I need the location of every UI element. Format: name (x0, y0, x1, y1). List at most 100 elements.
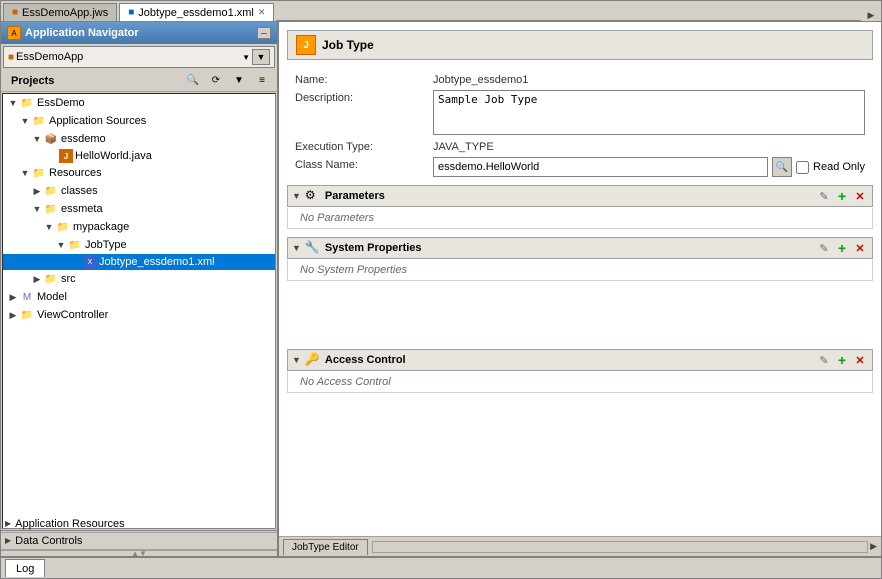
tree-label-classes: classes (61, 185, 98, 197)
class-name-row: 🔍 Read Only (433, 157, 865, 177)
tree-label-src: src (61, 273, 76, 285)
tree-item-viewcontroller[interactable]: ▶ 📁 ViewController (3, 306, 275, 324)
expand-appsources-icon[interactable]: ▼ (19, 115, 31, 127)
access-control-collapse-icon[interactable]: ▼ (292, 355, 301, 365)
expand-mypackage-icon[interactable]: ▼ (43, 221, 55, 233)
navigator-minimize-btn[interactable]: ─ (257, 27, 271, 39)
tree-label-appsources: Application Sources (49, 115, 146, 127)
tree-item-essdemo[interactable]: ▼ 📁 EssDemo (3, 94, 275, 112)
expand-essdemo-pkg-icon[interactable]: ▼ (31, 133, 43, 145)
readonly-checkbox[interactable] (796, 161, 809, 174)
description-input[interactable] (433, 90, 865, 135)
log-bar: Log (1, 556, 881, 578)
parameters-edit-btn[interactable]: ✎ (816, 188, 832, 204)
name-label: Name: (295, 72, 425, 86)
access-control-empty-text: No Access Control (300, 376, 391, 388)
tree-item-essdemo-pkg[interactable]: ▼ 📦 essdemo (3, 130, 275, 148)
access-control-add-btn[interactable]: + (834, 352, 850, 368)
bottom-tabs: ▶ Application Resources ▶ Data Controls … (1, 530, 277, 550)
access-control-section-icon: 🔑 (305, 352, 321, 368)
expand-src-icon[interactable]: ▶ (31, 273, 43, 285)
parameters-add-btn[interactable]: + (834, 188, 850, 204)
tree-label-helloworld: HelloWorld.java (75, 150, 152, 162)
parameters-remove-btn[interactable]: ✕ (852, 188, 868, 204)
tab-jobtype-xml[interactable]: ■ Jobtype_essdemo1.xml ✕ (119, 3, 274, 21)
system-properties-collapse-icon[interactable]: ▼ (292, 243, 301, 253)
nav-settings-btn[interactable]: ≡ (251, 71, 273, 91)
nav-filter-btn[interactable]: ▼ (228, 71, 250, 91)
class-name-input[interactable] (433, 157, 768, 177)
system-properties-section-header: ▼ 🔧 System Properties ✎ + ✕ (287, 237, 873, 259)
editor-scrollbar[interactable] (372, 541, 868, 553)
expand-viewcontroller-icon[interactable]: ▶ (7, 309, 19, 321)
system-properties-add-btn[interactable]: + (834, 240, 850, 256)
app-icon-small: ■ (8, 52, 14, 63)
tree-label-essdemo-pkg: essdemo (61, 133, 106, 145)
expand-essdemo-icon[interactable]: ▼ (7, 97, 19, 109)
access-control-section-actions: ✎ + ✕ (816, 352, 868, 368)
spacer (287, 289, 873, 349)
jobtype-form: Name: Jobtype_essdemo1 Description: Exec… (287, 68, 873, 185)
tab-essdemoapp-label: EssDemoApp.jws (22, 7, 108, 19)
system-properties-edit-btn[interactable]: ✎ (816, 240, 832, 256)
expand-jobtype-icon[interactable]: ▼ (55, 239, 67, 251)
tab-scroll-right[interactable]: ▶ (863, 10, 879, 21)
tree-label-essmeta: essmeta (61, 203, 103, 215)
class-name-label: Class Name: (295, 157, 425, 171)
parameters-section-body: No Parameters (287, 208, 873, 229)
data-controls-tab[interactable]: ▶ Data Controls (1, 532, 277, 549)
access-control-remove-btn[interactable]: ✕ (852, 352, 868, 368)
tree-label-essdemo: EssDemo (37, 97, 85, 109)
tree-label-mypackage: mypackage (73, 221, 129, 233)
app-resources-tab[interactable]: ▶ Application Resources (1, 516, 277, 532)
xml-file-icon: X (83, 255, 97, 269)
tree-item-classes[interactable]: ▶ 📁 classes (3, 182, 275, 200)
tree-item-model[interactable]: ▶ M Model (3, 288, 275, 306)
expand-classes-icon[interactable]: ▶ (31, 185, 43, 197)
mypackage-folder-icon: 📁 (55, 219, 71, 235)
app-dropdown[interactable]: ■ EssDemoApp ▼ ▼ (3, 46, 275, 68)
name-value: Jobtype_essdemo1 (433, 72, 865, 86)
nav-search-btn[interactable]: 🔍 (182, 71, 204, 91)
editor-jobtype-tab-label: JobType Editor (292, 542, 359, 553)
tree-item-jobtype[interactable]: ▼ 📁 JobType (3, 236, 275, 254)
system-properties-section-actions: ✎ + ✕ (816, 240, 868, 256)
system-properties-empty-text: No System Properties (300, 264, 407, 276)
system-properties-remove-btn[interactable]: ✕ (852, 240, 868, 256)
access-control-section-header: ▼ 🔑 Access Control ✎ + ✕ (287, 349, 873, 371)
system-properties-section-icon: 🔧 (305, 240, 321, 256)
left-panel: A Application Navigator ─ ■ EssDemoApp ▼… (1, 22, 279, 556)
tree-item-resources[interactable]: ▼ 📁 Resources (3, 164, 275, 182)
data-controls-expand-icon[interactable]: ▶ (5, 536, 11, 545)
project-icon: 📁 (19, 95, 35, 111)
tab-essdemoapp-icon: ■ (12, 7, 18, 18)
editor-scroll-right-btn[interactable]: ▶ (870, 541, 877, 552)
system-properties-section-title: System Properties (325, 242, 816, 254)
tree-item-essmeta[interactable]: ▼ 📁 essmeta (3, 200, 275, 218)
tree-item-jobtype-xml[interactable]: X Jobtype_essdemo1.xml (3, 254, 275, 270)
dropdown-settings-btn[interactable]: ▼ (252, 49, 270, 65)
class-name-search-btn[interactable]: 🔍 (772, 157, 792, 177)
viewcontroller-folder-icon: 📁 (19, 307, 35, 323)
parameters-collapse-icon[interactable]: ▼ (292, 191, 301, 201)
tree-item-helloworld[interactable]: J HelloWorld.java (3, 148, 275, 164)
tab-close-icon[interactable]: ✕ (258, 7, 266, 18)
tree-item-appsources[interactable]: ▼ 📁 Application Sources (3, 112, 275, 130)
execution-type-label: Execution Type: (295, 139, 425, 153)
java-file-icon: J (59, 149, 73, 163)
appsources-folder-icon: 📁 (31, 113, 47, 129)
expand-model-icon[interactable]: ▶ (7, 291, 19, 303)
expand-essmeta-icon[interactable]: ▼ (31, 203, 43, 215)
readonly-checkbox-row: Read Only (796, 161, 865, 174)
app-resources-expand-icon[interactable]: ▶ (5, 519, 11, 528)
nav-refresh-btn[interactable]: ⟳ (205, 71, 227, 91)
tree-item-mypackage[interactable]: ▼ 📁 mypackage (3, 218, 275, 236)
app-resources-label: Application Resources (15, 518, 124, 530)
expand-resources-icon[interactable]: ▼ (19, 167, 31, 179)
tab-essdemoapp[interactable]: ■ EssDemoApp.jws (3, 3, 117, 21)
editor-jobtype-tab[interactable]: JobType Editor (283, 539, 368, 555)
project-tree: ▼ 📁 EssDemo ▼ 📁 Application Sources ▼ 📦 … (2, 93, 276, 529)
tree-item-src[interactable]: ▶ 📁 src (3, 270, 275, 288)
access-control-edit-btn[interactable]: ✎ (816, 352, 832, 368)
log-tab[interactable]: Log (5, 559, 45, 577)
